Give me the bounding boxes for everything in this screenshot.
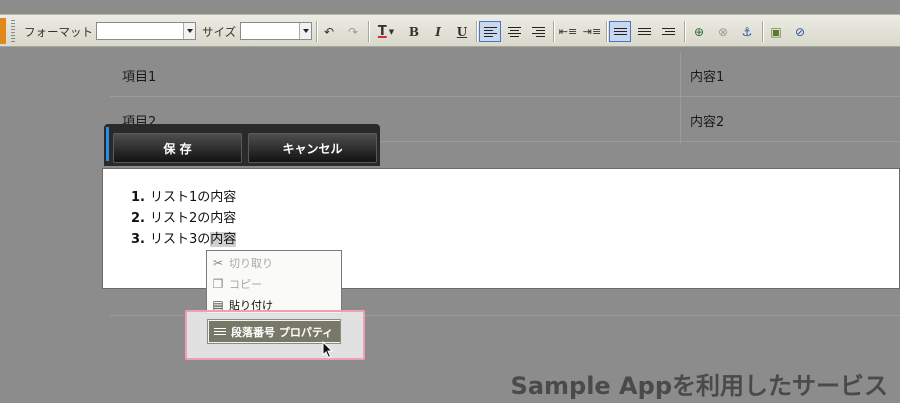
dropdown-arrow-icon: ▼ [388,27,395,36]
screen: フォーマット サイズ ↶ ↷ T ▼ B I U ⇤≡ ⇥≡ ⊕ ⊗ ⚓ ▣ ⊘… [0,0,900,403]
anchor-button[interactable]: ⚓ [736,21,758,42]
table-column-divider [680,52,681,144]
panel-accent [106,127,109,161]
size-label: サイズ [202,25,237,39]
scissors-icon: ✂ [212,256,224,270]
list-item-text: リスト2の内容 [150,211,237,226]
globe-link-icon: ⊕ [693,24,705,39]
image-icon: ▣ [770,24,782,39]
outdent-icon: ⇤≡ [558,25,578,38]
list-item[interactable]: 3. リスト3の内容 [131,228,237,249]
menu-item-label: 段落番号 プロパティ [231,325,334,339]
unlink-button[interactable]: ⊗ [712,21,734,42]
unordered-list-button[interactable] [633,21,655,42]
save-button[interactable]: 保 存 [113,133,242,163]
menu-item-cut[interactable]: ✂ 切り取り [207,253,341,273]
insert-flash-button[interactable]: ⊘ [789,21,811,42]
toolbar-separator [606,21,607,42]
format-label: フォーマット [24,25,93,39]
toolbar-separator [684,21,685,42]
menu-item-label: コピー [229,278,262,291]
chevron-down-icon[interactable] [183,23,195,39]
insert-image-button[interactable]: ▣ [765,21,787,42]
list-item-text: リスト1の内容 [150,190,237,205]
cancel-button[interactable]: キャンセル [248,133,377,163]
font-color-icon: T [377,24,387,39]
font-color-button[interactable]: T ▼ [372,21,400,42]
align-right-button[interactable] [527,21,549,42]
editor-toolbar: フォーマット サイズ ↶ ↷ T ▼ B I U ⇤≡ ⇥≡ ⊕ ⊗ ⚓ ▣ ⊘ [0,14,900,47]
flash-icon: ⊘ [794,24,806,39]
italic-button[interactable]: I [427,21,449,42]
ordered-list-icon [613,28,627,35]
undo-button[interactable]: ↶ [318,21,340,42]
context-menu-section: 段落番号 プロパティ [207,319,341,344]
align-left-button[interactable] [479,21,501,42]
table-row: 項目1 内容1 [110,52,900,97]
list-number: 2. [131,211,145,226]
list-item[interactable]: 1. リスト1の内容 [131,186,236,207]
link-button[interactable]: ⊕ [688,21,710,42]
copy-icon: ❐ [212,277,224,291]
align-center-icon [507,26,521,37]
unordered-list-icon [637,28,651,35]
list-number: 3. [131,232,145,247]
toolbar-grip[interactable] [11,20,15,43]
align-left-icon [483,26,497,37]
format-select[interactable] [96,22,196,40]
toolbar-separator [762,21,763,42]
anchor-icon: ⚓ [741,24,753,39]
brand-text: Sample Appを利用したサービス [510,372,888,400]
toolbar-separator [553,21,554,42]
globe-unlink-icon: ⊗ [717,24,729,39]
menu-item-copy[interactable]: ❐ コピー [207,274,341,294]
mouse-cursor-icon [322,341,334,359]
list-number: 1. [131,190,145,205]
table-cell-item: 項目1 [122,70,157,85]
menu-item-numbering-properties[interactable]: 段落番号 プロパティ [209,321,340,342]
edit-action-panel: 保 存 キャンセル [104,124,380,166]
indent-button[interactable]: ⇥≡ [581,21,603,42]
definition-list-icon [661,28,675,35]
ordered-list-button[interactable] [609,21,631,42]
underline-button[interactable]: U [451,21,473,42]
bold-button[interactable]: B [403,21,425,42]
table-cell-content: 内容1 [690,70,725,85]
chevron-down-icon[interactable] [299,23,311,39]
toolbar-accent [0,18,6,44]
redo-button[interactable]: ↷ [342,21,364,42]
context-menu: ✂ 切り取り ❐ コピー ▤ 貼り付け [206,250,342,314]
align-center-button[interactable] [503,21,525,42]
toolbar-separator [316,21,317,42]
selected-text[interactable]: 内容 [210,232,237,247]
toolbar-separator [476,21,477,42]
outdent-button[interactable]: ⇤≡ [557,21,579,42]
indent-icon: ⇥≡ [582,25,602,38]
redo-icon: ↷ [347,24,359,39]
align-right-icon [531,26,545,37]
menu-item-label: 切り取り [229,257,273,270]
undo-icon: ↶ [323,24,335,39]
size-select[interactable] [240,22,312,40]
list-item-text: リスト3の [150,232,211,247]
table-cell-content: 内容2 [690,115,725,130]
list-item[interactable]: 2. リスト2の内容 [131,207,236,228]
toolbar-separator [368,21,369,42]
ordered-list-icon [209,328,231,335]
definition-list-button[interactable] [657,21,679,42]
ordered-list: 1. リスト1の内容 2. リスト2の内容 3. リスト3の内容 [131,186,237,249]
